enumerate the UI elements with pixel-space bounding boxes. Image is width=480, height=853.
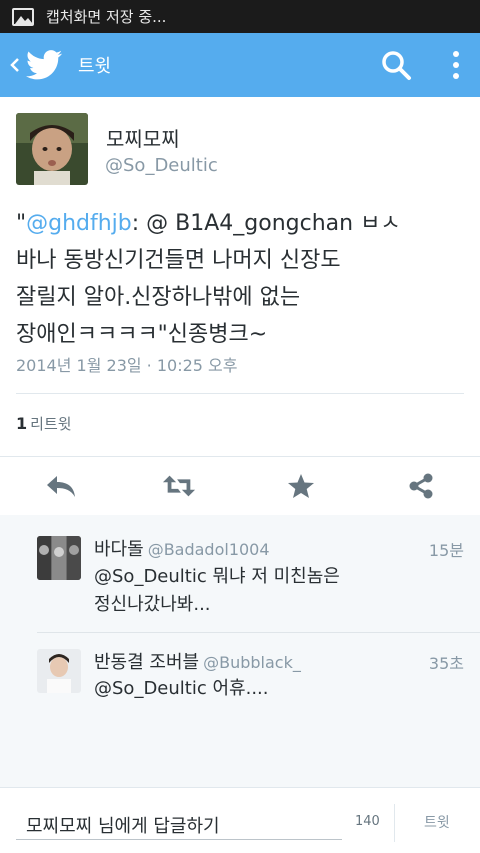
status-bar: 캡처화면 저장 중... (0, 0, 480, 33)
favorite-star-icon[interactable] (284, 470, 318, 502)
display-name[interactable]: 모찌모찌 (106, 123, 180, 152)
reply-composer: 모찌모찌 님에게 답글하기 140 트윗 (0, 787, 480, 853)
reply-author[interactable]: 바다돌 @Badadol1004 (94, 535, 270, 561)
open-quote: " (16, 211, 27, 236)
reply-time: 15분 (428, 541, 464, 560)
reply-item[interactable]: 반동결 조버블 @Bubblack_ 35초 @So_Deultic 어휴.... (0, 633, 480, 743)
avatar[interactable] (37, 649, 81, 693)
reply-display-name: 바다돌 (94, 539, 144, 560)
reply-handle: @Badadol1004 (147, 540, 270, 559)
search-icon[interactable] (380, 49, 414, 83)
reply-item[interactable]: 바다돌 @Badadol1004 15분 @So_Deultic 뭐냐 저 미친놈… (0, 515, 480, 625)
reply-handle: @Bubblack_ (203, 653, 301, 672)
tweet-text-line1-rest: : @ B1A4_gongchan ㅂㅅ (131, 211, 401, 236)
twitter-bird-icon[interactable] (26, 46, 64, 84)
reply-icon[interactable] (44, 470, 78, 502)
tweet-text-line4: 장애인ㅋㅋㅋㅋ"신종병크~ (16, 322, 268, 347)
tweet-text-line2: 바나 동방신기건들면 나머지 신장도 (16, 248, 341, 273)
tweet-detail: 모찌모찌 @So_Deultic "@ghdfhjb: @ B1A4_gongc… (0, 97, 480, 515)
action-bar: 트윗 (0, 33, 480, 97)
back-arrow-icon[interactable] (4, 33, 26, 97)
mention-link[interactable]: @ghdfhjb (26, 211, 132, 236)
reply-text: @So_Deultic 뭐냐 저 미친놈은 정신나갔나봐... (94, 563, 394, 619)
share-icon[interactable] (404, 470, 438, 502)
mention-link[interactable]: @So_Deultic (94, 566, 207, 587)
reply-text: @So_Deultic 어휴.... (94, 675, 394, 703)
reply-text-line1-rest: 어휴.... (206, 678, 269, 699)
retweet-count-label: 리트윗 (30, 415, 72, 433)
reply-time: 35초 (428, 654, 464, 673)
tweet-timestamp: 2014년 1월 23일 · 10:25 오후 (16, 356, 238, 375)
reply-display-name: 반동결 조버블 (94, 652, 200, 673)
tweet-text: "@ghdfhjb: @ B1A4_gongchan ㅂㅅ 바나 동방신기건들면… (16, 205, 466, 353)
reply-author[interactable]: 반동결 조버블 @Bubblack_ (94, 648, 301, 674)
tweet-actions (0, 457, 480, 515)
avatar[interactable] (37, 536, 81, 580)
reply-text-line1: @So_Deultic 뭐냐 저 미친놈은 (94, 563, 394, 591)
image-icon (12, 7, 34, 26)
character-count: 140 (355, 814, 380, 829)
tweet-text-line3: 잘릴지 알아.신장하나밖에 없는 (16, 285, 301, 310)
page-title: 트윗 (78, 56, 112, 77)
status-text: 캡처화면 저장 중... (46, 8, 167, 26)
user-handle[interactable]: @So_Deultic (105, 155, 218, 176)
avatar[interactable] (16, 113, 88, 185)
replies-list: 바다돌 @Badadol1004 15분 @So_Deultic 뭐냐 저 미친놈… (0, 515, 480, 787)
divider (16, 393, 464, 394)
retweet-count[interactable]: 1 리트윗 (16, 413, 72, 434)
divider (394, 804, 395, 842)
reply-text-line2: 정신나갔나봐... (94, 594, 211, 615)
tweet-text-line1: "@ghdfhjb: @ B1A4_gongchan ㅂㅅ (16, 205, 466, 242)
send-tweet-button[interactable]: 트윗 (424, 812, 450, 832)
overflow-menu-icon[interactable] (446, 47, 466, 83)
reply-input[interactable]: 모찌모찌 님에게 답글하기 (16, 802, 342, 840)
retweet-count-number: 1 (16, 414, 28, 433)
retweet-icon[interactable] (162, 470, 196, 502)
reply-text-line1: @So_Deultic 어휴.... (94, 675, 394, 703)
mention-link[interactable]: @So_Deultic (94, 678, 207, 699)
reply-text-line1-rest: 뭐냐 저 미친놈은 (206, 566, 340, 587)
